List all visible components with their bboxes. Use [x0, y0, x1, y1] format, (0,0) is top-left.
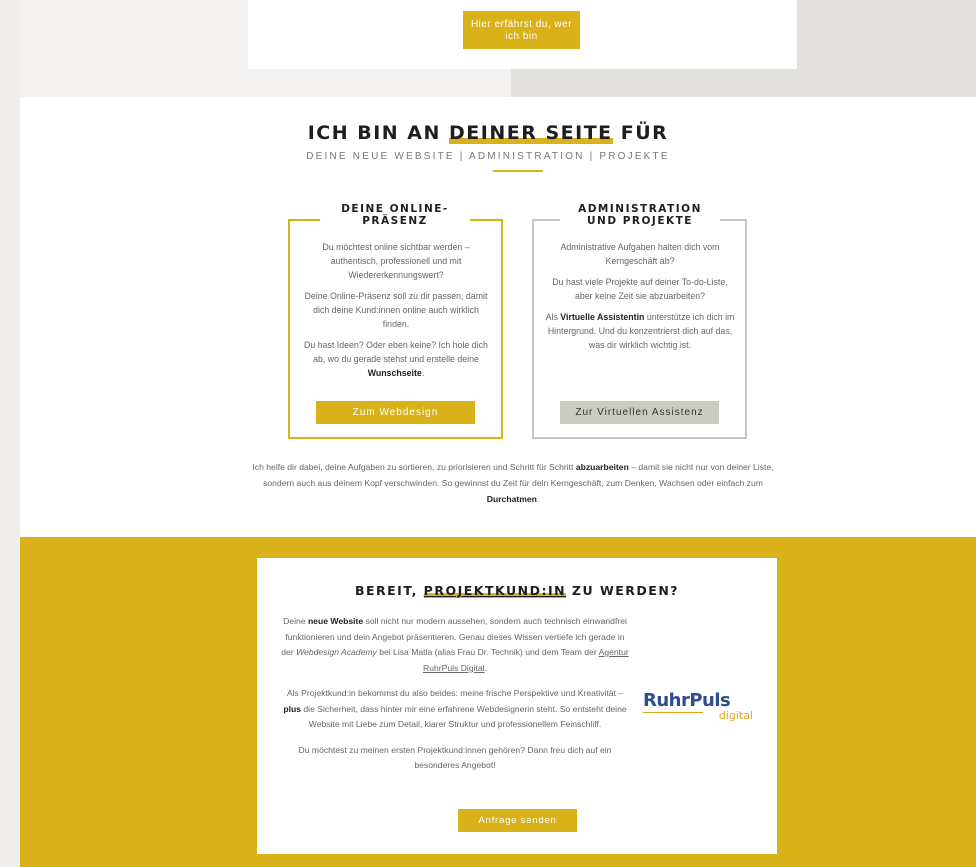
heading-text-end: FÜR [612, 122, 669, 144]
cta-p1-bold: neue Website [307, 616, 364, 626]
online-presence-p3-end: . [421, 368, 425, 378]
online-presence-p3: Du hast Ideen? Oder eben keine? Ich hole… [300, 338, 492, 380]
summary-text-end: . [536, 494, 540, 504]
services-subtitle: DEINE NEUE WEBSITE | ADMINISTRATION | PR… [306, 151, 670, 162]
cta-p2-bold: plus [283, 703, 302, 714]
summary-bold-1: abzuarbeiten [575, 462, 629, 472]
administration-p2: Du hast viele Projekte auf deiner To-do-… [552, 277, 728, 301]
cta-p1: Deine neue Website soll nicht nur modern… [280, 614, 630, 676]
send-request-button[interactable]: Anfrage senden [458, 809, 577, 832]
cta-p1-italic: Webdesign Academy [296, 647, 377, 657]
heading-highlight: DEINER SEITE [449, 122, 613, 144]
heading-text: ICH BIN AN [307, 122, 450, 144]
ruhrpuls-logo: RuhrPuls digital [643, 690, 753, 730]
cta-p1-a: Deine [283, 616, 308, 626]
cta-p2: Als Projektkund:in bekommst du also beid… [280, 686, 630, 733]
services-heading: ICH BIN AN DEINER SEITE FÜR [0, 122, 976, 144]
summary-bold-2: Durchatmen [486, 494, 537, 504]
cta-heading: BEREIT, PROJEKTKUND:IN ZU WERDEN? [257, 583, 777, 598]
about-me-button[interactable]: Hier erfährst du, wer ich bin [463, 11, 580, 49]
online-presence-p3-text: Du hast Ideen? Oder eben keine? Ich hole… [304, 340, 488, 364]
administration-p3-bold: Virtuelle Assistentin [560, 312, 645, 322]
webdesign-button[interactable]: Zum Webdesign [316, 401, 475, 424]
logo-wordmark: RuhrPuls [643, 690, 731, 711]
summary-text: Ich helfe dir dabei, deine Aufgaben zu s… [252, 462, 576, 472]
online-presence-p2: Deine Online-Präsenz soll zu dir passen,… [304, 291, 488, 329]
cta-p1-e: bei Lisa Matla (alias Frau Dr. Technik) … [376, 647, 599, 657]
administration-p1: Administrative Aufgaben halten dich vom … [560, 242, 720, 266]
cta-heading-highlight: PROJEKTKUND:IN [423, 583, 567, 598]
cta-p1-end: . [484, 662, 487, 673]
cta-heading-end: ZU WERDEN? [566, 583, 680, 598]
cta-p3: Du möchtest zu meinen ersten Projektkund… [298, 744, 612, 771]
online-presence-text: Du möchtest online sichtbar werden – aut… [300, 240, 492, 387]
cta-text: Deine neue Website soll nicht nur modern… [280, 614, 630, 784]
virtual-assistance-button[interactable]: Zur Virtuellen Assistenz [560, 401, 719, 424]
cta-heading-text: BEREIT, [354, 583, 424, 598]
administration-title: ADMINISTRATION UND PROJEKTE [560, 203, 720, 227]
summary-paragraph: Ich helfe dir dabei, deine Aufgaben zu s… [250, 459, 776, 507]
cta-p2-c: die Sicherheit, dass hinter mir eine erf… [301, 703, 627, 730]
administration-p3: Als Virtuelle Assistentin unterstütze ic… [544, 310, 736, 352]
online-presence-title: DEINE ONLINE-PRÄSENZ [320, 203, 470, 227]
administration-text: Administrative Aufgaben halten dich vom … [544, 240, 736, 359]
online-presence-p3-bold: Wunschseite [367, 368, 422, 378]
logo-pulse-line [643, 712, 703, 713]
logo-subtext: digital [718, 709, 753, 722]
heading-divider [493, 170, 543, 172]
cta-p2-a: Als Projektkund:in bekommst du also beid… [286, 688, 624, 698]
online-presence-p1: Du möchtest online sichtbar werden – aut… [322, 242, 470, 280]
administration-p3-text: Als [545, 312, 561, 322]
